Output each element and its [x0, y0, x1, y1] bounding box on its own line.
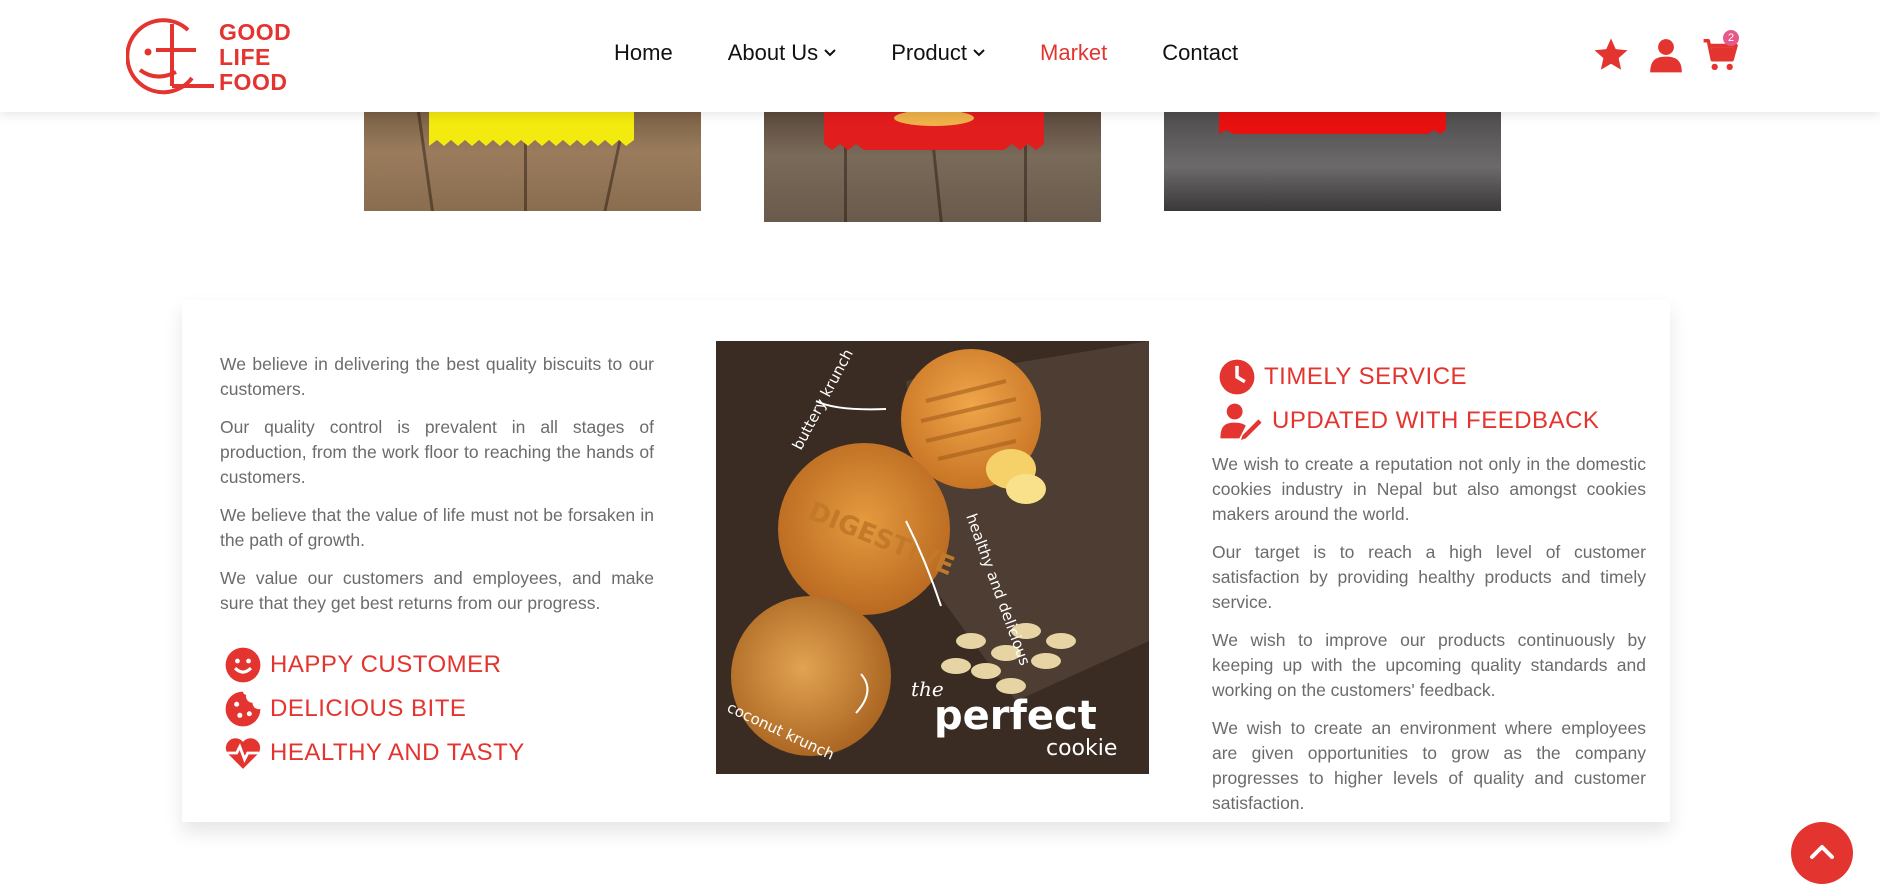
feature-timely-service-label: TIMELY SERVICE	[1264, 363, 1468, 390]
scroll-to-top-button[interactable]	[1791, 822, 1853, 884]
left-values-text: We believe in delivering the best qualit…	[220, 352, 654, 629]
nav-market[interactable]: Market	[1040, 40, 1107, 66]
chevron-up-icon	[1810, 845, 1834, 859]
product-image-3[interactable]	[1164, 112, 1501, 211]
right-paragraph-1: We wish to create a reputation not only …	[1212, 454, 1646, 524]
feature-timely-service: TIMELY SERVICE	[1218, 358, 1467, 396]
feature-happy-customer-label: HAPPY CUSTOMER	[270, 651, 502, 678]
smiley-logo-icon	[126, 18, 214, 95]
red-biscuit-packet	[824, 112, 1044, 150]
cookie-icon	[225, 691, 261, 727]
nav-contact[interactable]: Contact	[1162, 40, 1238, 66]
yellow-biscuit-packet	[429, 112, 634, 146]
logo[interactable]: GOOD LIFE FOOD	[126, 16, 306, 98]
heartbeat-icon	[225, 738, 261, 769]
account-button[interactable]	[1647, 36, 1685, 74]
nav-about-us[interactable]: About Us	[728, 40, 837, 66]
nav-contact-label: Contact	[1162, 40, 1239, 65]
smiley-icon	[225, 647, 261, 683]
feature-updated-with-feedback: UPDATED WITH FEEDBACK	[1218, 402, 1599, 440]
logo-text: GOOD LIFE FOOD	[219, 20, 291, 95]
product-image-1[interactable]	[364, 112, 701, 211]
caption-perfect: perfect	[934, 693, 1097, 739]
right-values-text: We wish to create a reputation not only …	[1212, 452, 1646, 829]
feature-delicious-bite-label: DELICIOUS BITE	[270, 695, 467, 722]
main-nav: Home About Us Product Market Contact	[614, 40, 1293, 66]
star-icon	[1594, 38, 1628, 70]
left-paragraph-3: We believe that the value of life must n…	[220, 505, 654, 550]
red-biscuit-packet	[1219, 112, 1446, 134]
right-paragraph-3: We wish to improve our products continuo…	[1212, 630, 1646, 700]
cookie-illustration: DIGESTIVE buttery krunch healthy and del…	[716, 341, 1149, 774]
cart-button[interactable]: 2	[1702, 30, 1740, 74]
logo-line-1: GOOD	[219, 19, 292, 45]
caption-cookie: cookie	[1046, 736, 1117, 761]
right-paragraph-2: Our target is to reach a high level of c…	[1212, 542, 1646, 612]
feature-delicious-bite: DELICIOUS BITE	[224, 690, 466, 728]
nav-home-label: Home	[614, 40, 673, 65]
nav-product[interactable]: Product	[891, 40, 985, 66]
nav-home[interactable]: Home	[614, 40, 673, 66]
left-paragraph-1: We believe in delivering the best qualit…	[220, 354, 654, 399]
site-header: GOOD LIFE FOOD Home About Us Product Mar…	[0, 0, 1880, 112]
nav-market-label: Market	[1040, 40, 1108, 65]
header-actions: 2	[1592, 30, 1757, 74]
perfect-cookie-image: DIGESTIVE buttery krunch healthy and del…	[716, 341, 1149, 774]
left-paragraph-4: We value our customers and employees, an…	[220, 568, 654, 613]
user-icon	[1650, 39, 1682, 73]
feature-healthy-and-tasty: HEALTHY AND TASTY	[224, 734, 525, 772]
logo-line-2: LIFE	[219, 44, 271, 70]
nav-product-label: Product	[891, 40, 968, 65]
right-paragraph-4: We wish to create an environment where e…	[1212, 718, 1646, 813]
cart-count-badge: 2	[1723, 30, 1739, 46]
chevron-down-icon	[973, 49, 985, 57]
nav-about-us-label: About Us	[727, 40, 819, 65]
feature-healthy-and-tasty-label: HEALTHY AND TASTY	[270, 739, 525, 766]
feature-happy-customer: HAPPY CUSTOMER	[224, 646, 502, 684]
clock-icon	[1219, 359, 1255, 395]
logo-line-3: FOOD	[219, 69, 288, 95]
chevron-down-icon	[824, 49, 836, 57]
wishlist-button[interactable]	[1592, 36, 1630, 74]
feature-updated-with-feedback-label: UPDATED WITH FEEDBACK	[1272, 407, 1600, 434]
product-image-2[interactable]	[764, 112, 1101, 222]
user-edit-icon	[1220, 403, 1262, 440]
left-paragraph-2: Our quality control is prevalent in all …	[220, 417, 654, 487]
